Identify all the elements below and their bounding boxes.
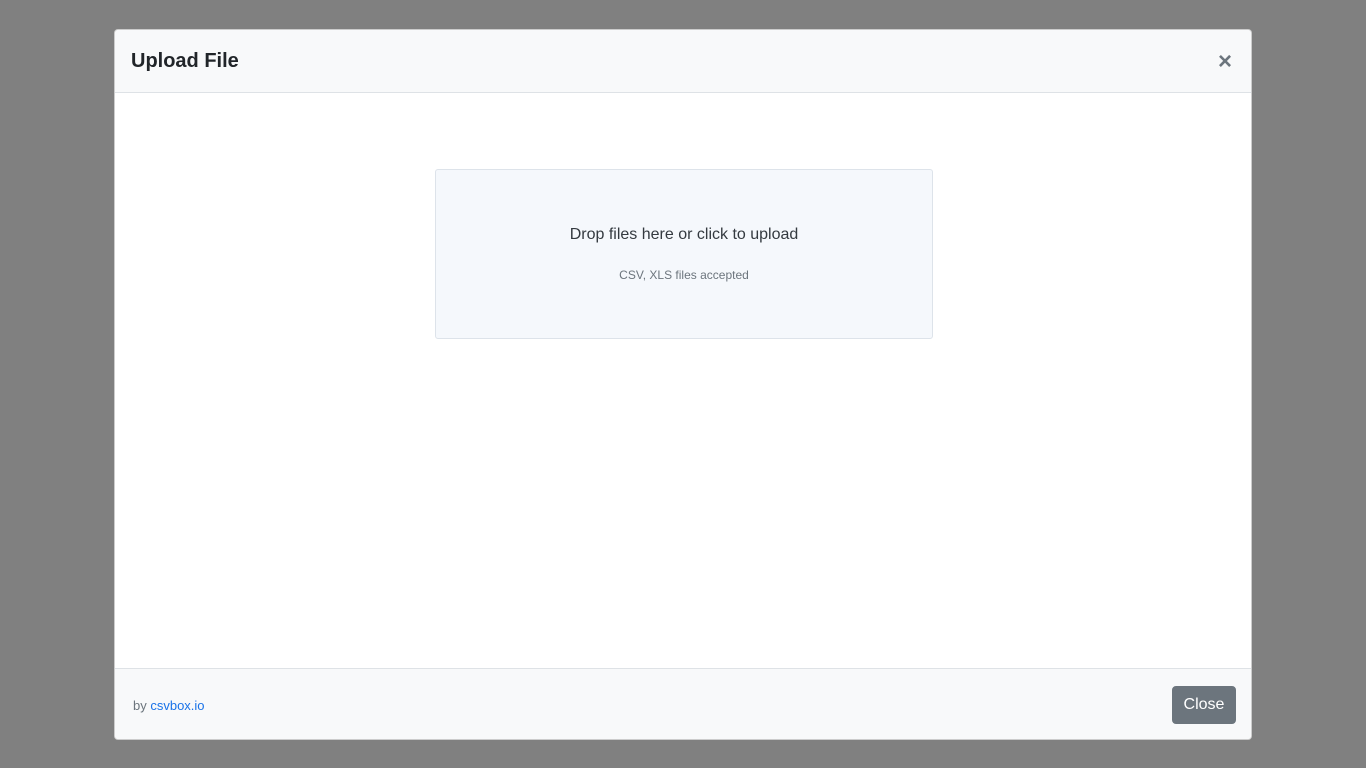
close-icon[interactable]: × bbox=[1215, 48, 1235, 76]
modal-header: Upload File × bbox=[115, 30, 1251, 93]
footer-brand: by csvbox.io bbox=[133, 698, 205, 714]
file-dropzone[interactable]: Drop files here or click to upload CSV, … bbox=[435, 169, 933, 339]
modal-body: Drop files here or click to upload CSV, … bbox=[115, 93, 1251, 668]
close-button[interactable]: Close bbox=[1172, 686, 1236, 724]
dropzone-title: Drop files here or click to upload bbox=[569, 226, 799, 243]
modal-footer: by csvbox.io Close bbox=[115, 668, 1251, 739]
upload-file-modal: Upload File × Drop files here or click t… bbox=[114, 29, 1252, 740]
dropzone-subtitle: CSV, XLS files accepted bbox=[619, 268, 749, 282]
by-label: by bbox=[133, 698, 151, 713]
csvbox-link[interactable]: csvbox.io bbox=[150, 698, 204, 713]
modal-title: Upload File bbox=[131, 50, 239, 72]
